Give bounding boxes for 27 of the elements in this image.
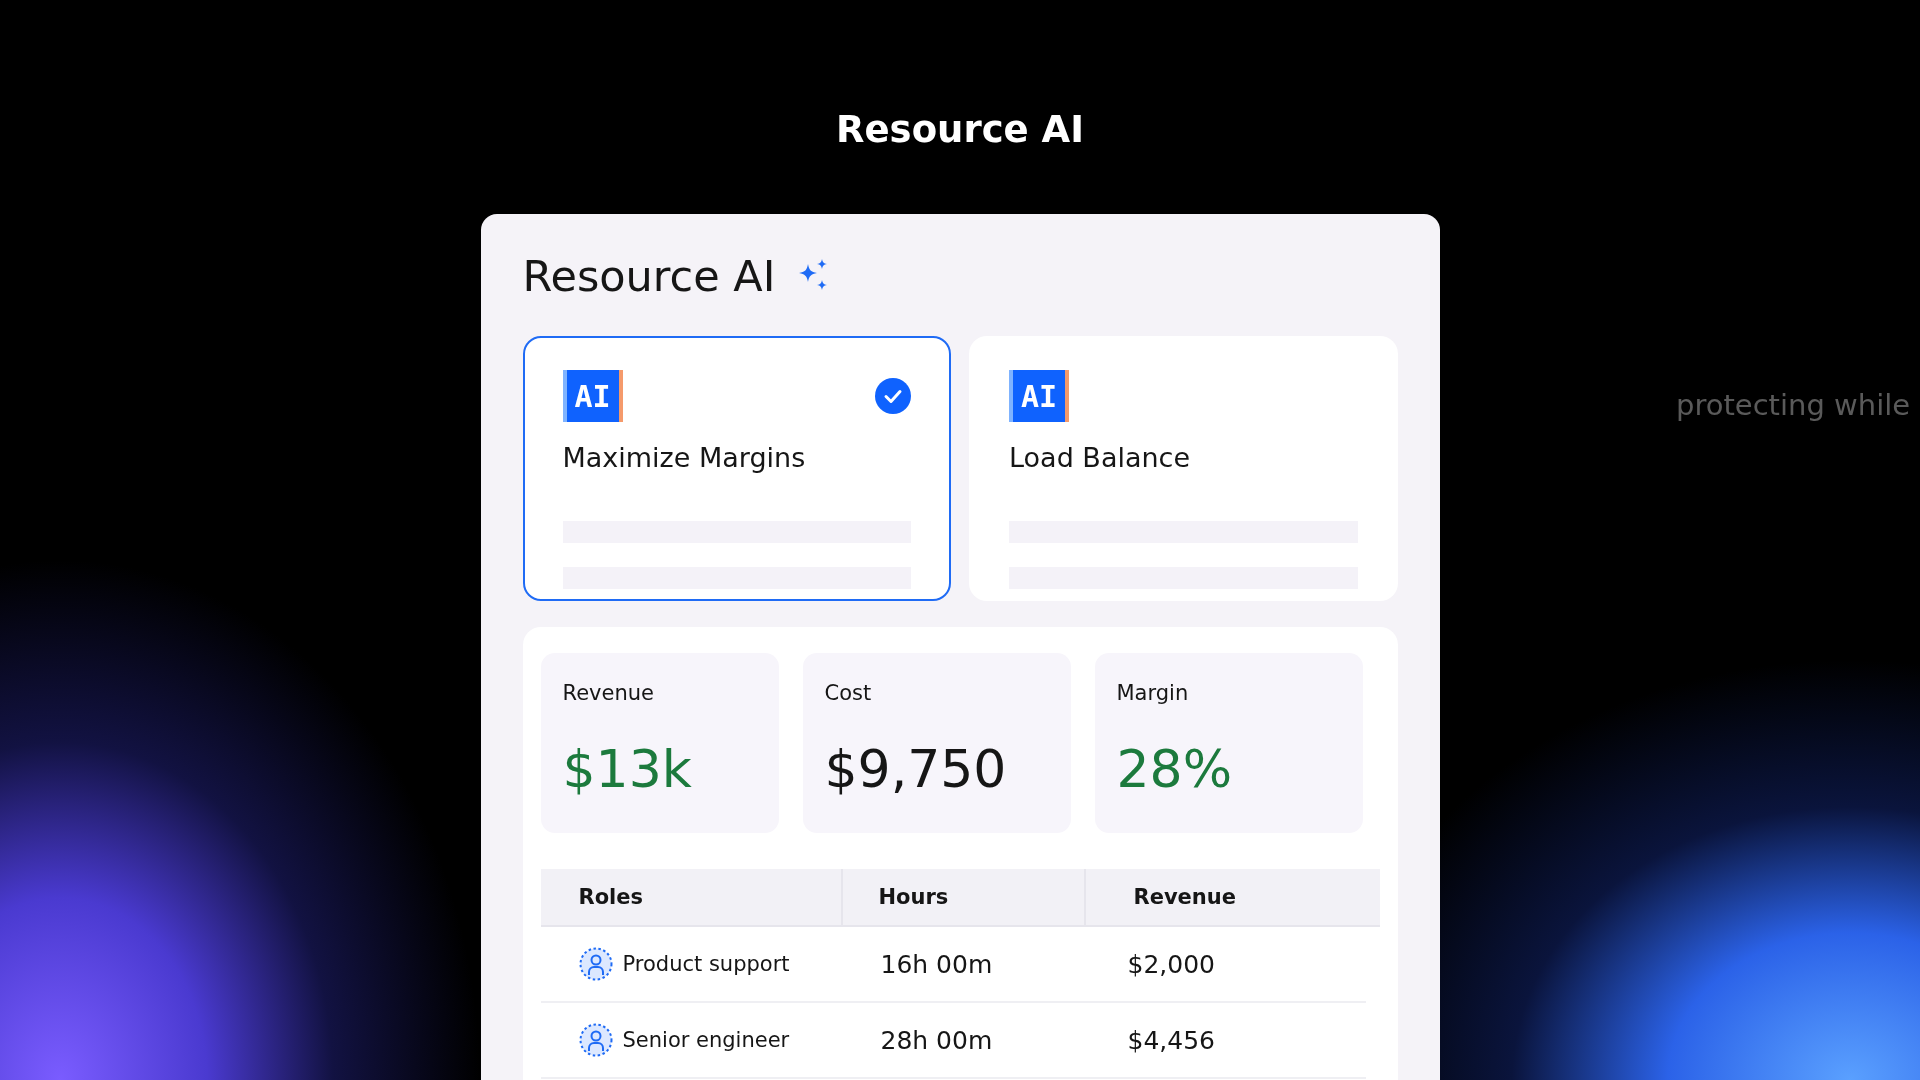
role-name: Senior engineer [622, 1028, 790, 1052]
revenue-cell: $2,000 [1127, 949, 1215, 979]
metric-label: Cost [824, 681, 873, 705]
person-icon [578, 947, 613, 981]
role-name: Product support [622, 952, 790, 976]
ai-badge: AI [562, 370, 623, 422]
ai-badge: AI [1009, 370, 1069, 422]
column-header: Roles [540, 869, 841, 927]
background-text: protecting while [1676, 388, 1911, 422]
hours-cell: 16h 00m [880, 949, 993, 979]
column-header: Revenue [1083, 869, 1380, 927]
option-label: Load Balance [1009, 442, 1192, 473]
metric-value: $13k [562, 739, 693, 799]
column-header: Hours [840, 869, 1084, 927]
metric-label: Margin [1116, 681, 1190, 705]
hours-cell: 28h 00m [880, 1025, 993, 1055]
panel-title: Resource AI [522, 251, 776, 301]
metric-value: 28% [1116, 739, 1234, 799]
metric-value: $9,750 [824, 739, 1008, 799]
option-card[interactable]: AI Load Balance [969, 336, 1398, 601]
page-title: Resource AI [836, 108, 1084, 153]
revenue-cell: $4,456 [1127, 1025, 1215, 1055]
checkmark-icon [875, 378, 911, 414]
option-label: Maximize Margins [562, 442, 807, 473]
option-card[interactable]: AI Maximize Margins [522, 336, 951, 601]
metric-label: Revenue [562, 681, 655, 705]
person-icon [578, 1023, 613, 1057]
